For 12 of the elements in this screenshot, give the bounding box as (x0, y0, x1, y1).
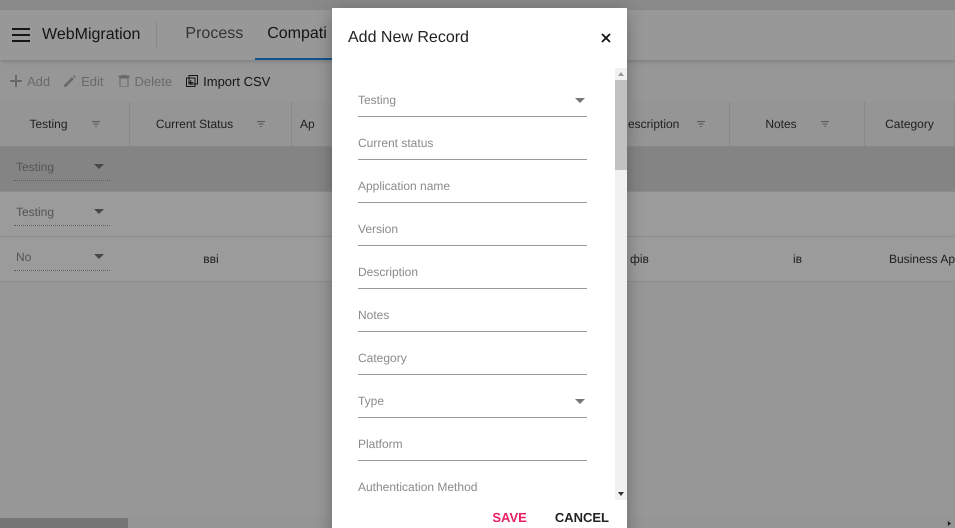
column-title: Ap (300, 117, 315, 131)
column-title: Current Status (156, 117, 234, 131)
table-cell: фів (630, 252, 649, 266)
column-title: Notes (765, 117, 797, 131)
table-cell: ів (792, 252, 802, 266)
app-title: WebMigration (42, 26, 142, 44)
column-title: escription (628, 117, 680, 131)
column-title: Testing (29, 117, 68, 131)
table-cell: вві (203, 252, 219, 266)
column-title: Category (885, 117, 934, 131)
dialog-title: Add New Record (348, 29, 469, 47)
table-cell: Business Ap (888, 252, 955, 266)
